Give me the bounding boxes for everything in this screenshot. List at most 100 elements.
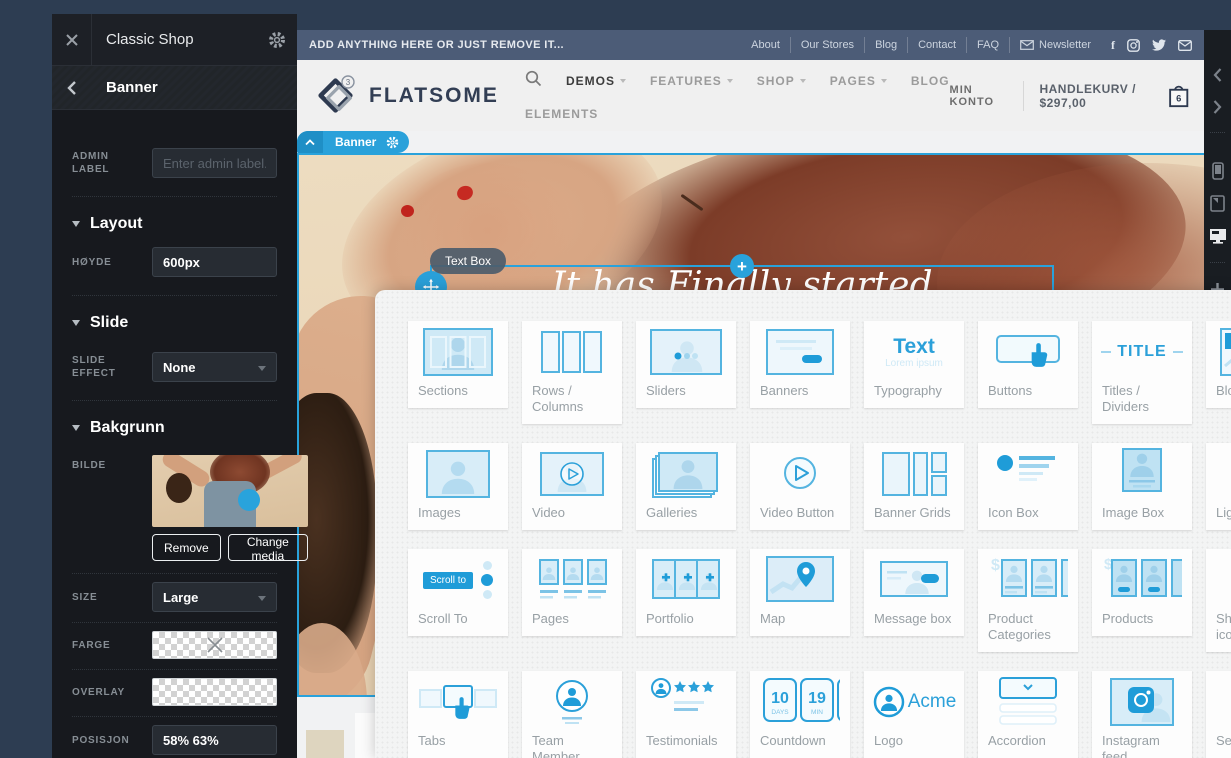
tile-label: Countdown: [750, 733, 850, 758]
tile-label: Sea: [1206, 733, 1231, 758]
menu-item-shop[interactable]: SHOP: [757, 74, 806, 88]
banners-icon: [750, 321, 850, 383]
search-element-icon: [1206, 671, 1231, 733]
back-chevron-icon[interactable]: [52, 81, 92, 95]
tile-label: Image Box: [1092, 505, 1192, 530]
tile-label: Team Member: [522, 733, 622, 758]
tile-label: Icon Box: [978, 505, 1078, 530]
menu-item-features[interactable]: FEATURES: [650, 74, 733, 88]
tile-blog-posts[interactable]: Blo: [1206, 321, 1231, 408]
topbar-link-newsletter[interactable]: Newsletter: [1009, 37, 1101, 53]
divider: [72, 716, 277, 717]
select-value: Large: [163, 590, 198, 605]
menu-item-pages[interactable]: PAGES: [830, 74, 887, 88]
menu-item-elements[interactable]: ELEMENTS: [525, 107, 598, 121]
menu-item-blog[interactable]: BLOG: [911, 74, 950, 88]
remove-button[interactable]: Remove: [152, 534, 221, 561]
blog-posts-icon: [1206, 321, 1231, 383]
background-image-thumbnail[interactable]: [152, 455, 308, 527]
tile-logo[interactable]: Acme Logo: [864, 671, 964, 758]
topbar-link-our-stores[interactable]: Our Stores: [790, 37, 864, 53]
chevron-up-icon[interactable]: [297, 131, 323, 153]
tile-video[interactable]: Video: [522, 443, 622, 530]
tile-search[interactable]: Sea: [1206, 671, 1231, 758]
tile-label: Lig: [1206, 505, 1231, 530]
section-title: Layout: [90, 215, 142, 233]
tile-label: Galleries: [636, 505, 736, 530]
tile-scroll-to[interactable]: Scroll to Scroll To: [408, 549, 508, 636]
topbar-link-faq[interactable]: FAQ: [966, 37, 1009, 53]
section-bakgrunn[interactable]: Bakgrunn: [52, 417, 297, 439]
history-forward-icon[interactable]: [1204, 100, 1231, 114]
twitter-icon[interactable]: [1152, 39, 1166, 51]
history-back-icon[interactable]: [1204, 68, 1231, 82]
menu-item-demos[interactable]: DEMOS: [566, 74, 626, 88]
tile-images[interactable]: Images: [408, 443, 508, 530]
panel-header: Banner: [52, 66, 297, 110]
divider: [72, 400, 277, 401]
overlay-color-swatch[interactable]: [152, 678, 277, 706]
tile-portfolio[interactable]: Portfolio: [636, 549, 736, 636]
tile-products[interactable]: $ Products: [1092, 549, 1192, 636]
tile-sections[interactable]: Sections: [408, 321, 508, 408]
desktop-view-icon[interactable]: [1204, 228, 1231, 244]
tile-instagram-feed[interactable]: Instagram feed: [1092, 671, 1192, 758]
close-icon[interactable]: [52, 14, 92, 65]
tile-label: Instagram feed: [1092, 733, 1192, 758]
tile-share-icons[interactable]: Sha ico: [1206, 549, 1231, 652]
tile-banner-grids[interactable]: Banner Grids: [864, 443, 964, 530]
section-layout[interactable]: Layout: [52, 213, 297, 235]
section-title: Slide: [90, 314, 128, 332]
team-member-icon: [522, 671, 622, 733]
tablet-view-icon[interactable]: [1204, 195, 1231, 212]
tile-titles-dividers[interactable]: TITLE Titles / Dividers: [1092, 321, 1192, 424]
tile-pages[interactable]: Pages: [522, 549, 622, 636]
facebook-icon[interactable]: f: [1111, 38, 1115, 53]
farge-color-swatch[interactable]: [152, 631, 277, 659]
size-select[interactable]: Large: [152, 582, 277, 612]
banner-grids-icon: [864, 443, 964, 505]
site-logo[interactable]: 3 FLATSOME: [297, 73, 499, 119]
tile-video-button[interactable]: Video Button: [750, 443, 850, 530]
tile-tabs[interactable]: Tabs: [408, 671, 508, 758]
change-media-button[interactable]: Change media: [228, 534, 308, 561]
tile-accordion[interactable]: Accordion: [978, 671, 1078, 758]
cart-link[interactable]: HANDLEKURV / $297,00 6: [1023, 79, 1190, 113]
testimonials-icon: [636, 671, 736, 733]
topbar-link-about[interactable]: About: [741, 37, 790, 53]
tile-banners[interactable]: Banners: [750, 321, 850, 408]
hoyde-input[interactable]: [152, 247, 277, 277]
tile-rows-columns[interactable]: Rows / Columns: [522, 321, 622, 424]
tile-typography[interactable]: TextLorem ipsum Typography: [864, 321, 964, 408]
mobile-view-icon[interactable]: [1204, 162, 1231, 180]
tile-testimonials[interactable]: Testimonials: [636, 671, 736, 758]
add-element-plus-icon[interactable]: +: [730, 254, 754, 278]
topbar-link-blog[interactable]: Blog: [864, 37, 907, 53]
slide-effect-select[interactable]: None: [152, 352, 277, 382]
tile-galleries[interactable]: Galleries: [636, 443, 736, 530]
gear-icon[interactable]: [257, 31, 297, 49]
tile-image-box[interactable]: Image Box: [1092, 443, 1192, 530]
tile-label: Blo: [1206, 383, 1231, 408]
tile-map[interactable]: Map: [750, 549, 850, 636]
tile-product-categories[interactable]: $ Product Categories: [978, 549, 1078, 652]
admin-label-input[interactable]: [152, 148, 277, 178]
topbar-link-contact[interactable]: Contact: [907, 37, 966, 53]
banner-settings-gear-icon[interactable]: [386, 136, 409, 149]
tile-countdown[interactable]: 10DAYS19MIN Countdown: [750, 671, 850, 758]
tile-message-box[interactable]: Message box: [864, 549, 964, 636]
instagram-icon[interactable]: [1127, 39, 1140, 52]
tile-lightbox[interactable]: Lig: [1206, 443, 1231, 530]
posisjon-input[interactable]: [152, 725, 277, 755]
tile-icon-box[interactable]: Icon Box: [978, 443, 1078, 530]
tile-sliders[interactable]: Sliders: [636, 321, 736, 408]
tile-buttons[interactable]: Buttons: [978, 321, 1078, 408]
section-slide[interactable]: Slide: [52, 312, 297, 334]
textbox-element-pill[interactable]: Text Box: [430, 248, 506, 274]
search-icon[interactable]: [525, 70, 542, 92]
tile-team-member[interactable]: Team Member: [522, 671, 622, 758]
flatsome-logo-icon: 3: [313, 73, 359, 119]
email-icon[interactable]: [1178, 40, 1192, 51]
banner-element-pill[interactable]: Banner: [297, 131, 409, 153]
account-link[interactable]: MIN KONTO: [950, 84, 1023, 108]
